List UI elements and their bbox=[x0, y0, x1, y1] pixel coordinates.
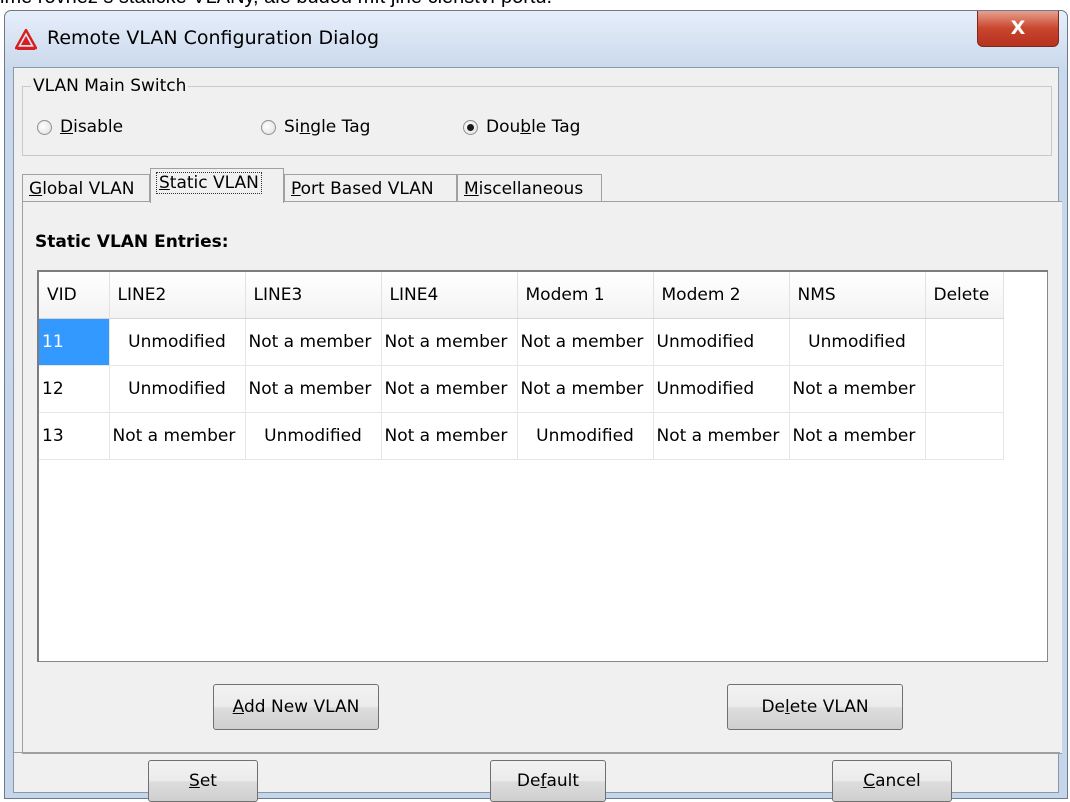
tab-static-vlan-label: Static VLAN bbox=[156, 172, 262, 194]
delete-vlan-button[interactable]: Delete VLAN bbox=[727, 684, 903, 730]
tab-strip: Global VLAN Static VLAN Port Based VLAN … bbox=[22, 168, 1062, 203]
table-cell[interactable] bbox=[925, 365, 1004, 413]
vlan-table: VID LINE2 LINE3 LINE4 Modem 1 Modem 2 NM… bbox=[39, 272, 1004, 460]
table-cell[interactable]: Unmodified bbox=[109, 365, 246, 413]
column-header[interactable]: VID bbox=[39, 272, 110, 319]
background-document-text: ime rovněž s statické VLANy, ale budou m… bbox=[0, 0, 552, 10]
table-cell[interactable]: Unmodified bbox=[653, 318, 790, 366]
table-row[interactable]: 13 Not a member Unmodified Not a member … bbox=[39, 412, 1004, 460]
column-header[interactable]: LINE4 bbox=[381, 272, 518, 319]
table-cell[interactable]: Unmodified bbox=[109, 318, 246, 366]
table-cell[interactable]: Not a member bbox=[653, 412, 790, 460]
section-title: Static VLAN Entries: bbox=[35, 232, 229, 252]
set-button[interactable]: Set bbox=[148, 760, 258, 802]
radio-double-tag-label: Double Tag bbox=[486, 117, 581, 137]
table-cell[interactable]: Unmodified bbox=[517, 412, 654, 460]
table-cell[interactable]: Not a member bbox=[517, 318, 654, 366]
dialog-window: Remote VLAN Configuration Dialog X VLAN … bbox=[4, 10, 1068, 802]
table-cell[interactable]: Not a member bbox=[381, 365, 518, 413]
window-title: Remote VLAN Configuration Dialog bbox=[47, 27, 380, 49]
table-cell[interactable]: Not a member bbox=[245, 365, 382, 413]
tab-miscellaneous[interactable]: Miscellaneous bbox=[457, 174, 602, 202]
table-cell[interactable]: Unmodified bbox=[653, 365, 790, 413]
radio-double-tag[interactable]: Double Tag bbox=[463, 117, 580, 137]
table-cell[interactable]: Not a member bbox=[789, 365, 926, 413]
tab-miscellaneous-label: Miscellaneous bbox=[464, 179, 584, 199]
column-header[interactable]: Modem 2 bbox=[653, 272, 790, 319]
tab-global-vlan-label: Global VLAN bbox=[29, 179, 135, 199]
radio-disable[interactable]: Disable bbox=[37, 117, 123, 137]
table-cell[interactable]: Not a member bbox=[381, 318, 518, 366]
tab-port-based-vlan[interactable]: Port Based VLAN bbox=[284, 174, 457, 202]
table-row[interactable]: 11 Unmodified Not a member Not a member … bbox=[39, 318, 1004, 366]
table-cell[interactable] bbox=[925, 318, 1004, 366]
table-cell[interactable]: Unmodified bbox=[789, 318, 926, 366]
column-header[interactable]: NMS bbox=[789, 272, 926, 319]
table-cell[interactable]: Not a member bbox=[789, 412, 926, 460]
group-legend: VLAN Main Switch bbox=[31, 76, 189, 96]
radio-single-tag-label: Single Tag bbox=[284, 117, 371, 137]
column-header[interactable]: Modem 1 bbox=[517, 272, 654, 319]
radio-disable-label: Disable bbox=[60, 117, 124, 137]
radio-double-tag-circle[interactable] bbox=[463, 119, 478, 135]
table-header-row: VID LINE2 LINE3 LINE4 Modem 1 Modem 2 NM… bbox=[39, 272, 1004, 319]
vlan-list-view[interactable]: VID LINE2 LINE3 LINE4 Modem 1 Modem 2 NM… bbox=[37, 270, 1048, 662]
table-row[interactable]: 12 Unmodified Not a member Not a member … bbox=[39, 365, 1004, 413]
footer-divider bbox=[14, 752, 1060, 753]
static-vlan-panel: Static VLAN Entries: VID LINE2 LINE3 LIN… bbox=[22, 201, 1062, 754]
dialog-client-area: VLAN Main Switch Disable Single Tag Doub… bbox=[13, 67, 1062, 802]
radio-disable-circle[interactable] bbox=[37, 119, 52, 135]
tab-port-based-vlan-label: Port Based VLAN bbox=[291, 179, 434, 199]
table-cell[interactable]: Not a member bbox=[245, 318, 382, 366]
table-cell[interactable]: Not a member bbox=[517, 365, 654, 413]
radio-single-tag[interactable]: Single Tag bbox=[261, 117, 370, 137]
app-logo-icon bbox=[15, 29, 37, 50]
table-cell[interactable] bbox=[925, 412, 1004, 460]
vid-cell[interactable]: 13 bbox=[39, 412, 110, 460]
table-cell[interactable]: Not a member bbox=[381, 412, 518, 460]
vid-cell[interactable]: 11 bbox=[39, 318, 110, 366]
default-button[interactable]: Default bbox=[490, 760, 606, 802]
column-header[interactable]: LINE3 bbox=[245, 272, 382, 319]
title-bar[interactable]: Remote VLAN Configuration Dialog X bbox=[5, 11, 1067, 67]
column-header[interactable]: Delete bbox=[925, 272, 1004, 319]
add-new-vlan-button[interactable]: Add New VLAN bbox=[213, 684, 379, 730]
cancel-button[interactable]: Cancel bbox=[832, 760, 952, 802]
tab-static-vlan[interactable]: Static VLAN bbox=[150, 168, 284, 203]
column-header[interactable]: LINE2 bbox=[109, 272, 246, 319]
table-cell[interactable]: Not a member bbox=[109, 412, 246, 460]
vlan-main-switch-group: VLAN Main Switch Disable Single Tag Doub… bbox=[22, 76, 1052, 156]
vid-cell[interactable]: 12 bbox=[39, 365, 110, 413]
close-button[interactable]: X bbox=[977, 11, 1059, 47]
table-cell[interactable]: Unmodified bbox=[245, 412, 382, 460]
tab-global-vlan[interactable]: Global VLAN bbox=[22, 174, 150, 202]
radio-single-tag-circle[interactable] bbox=[261, 119, 276, 135]
